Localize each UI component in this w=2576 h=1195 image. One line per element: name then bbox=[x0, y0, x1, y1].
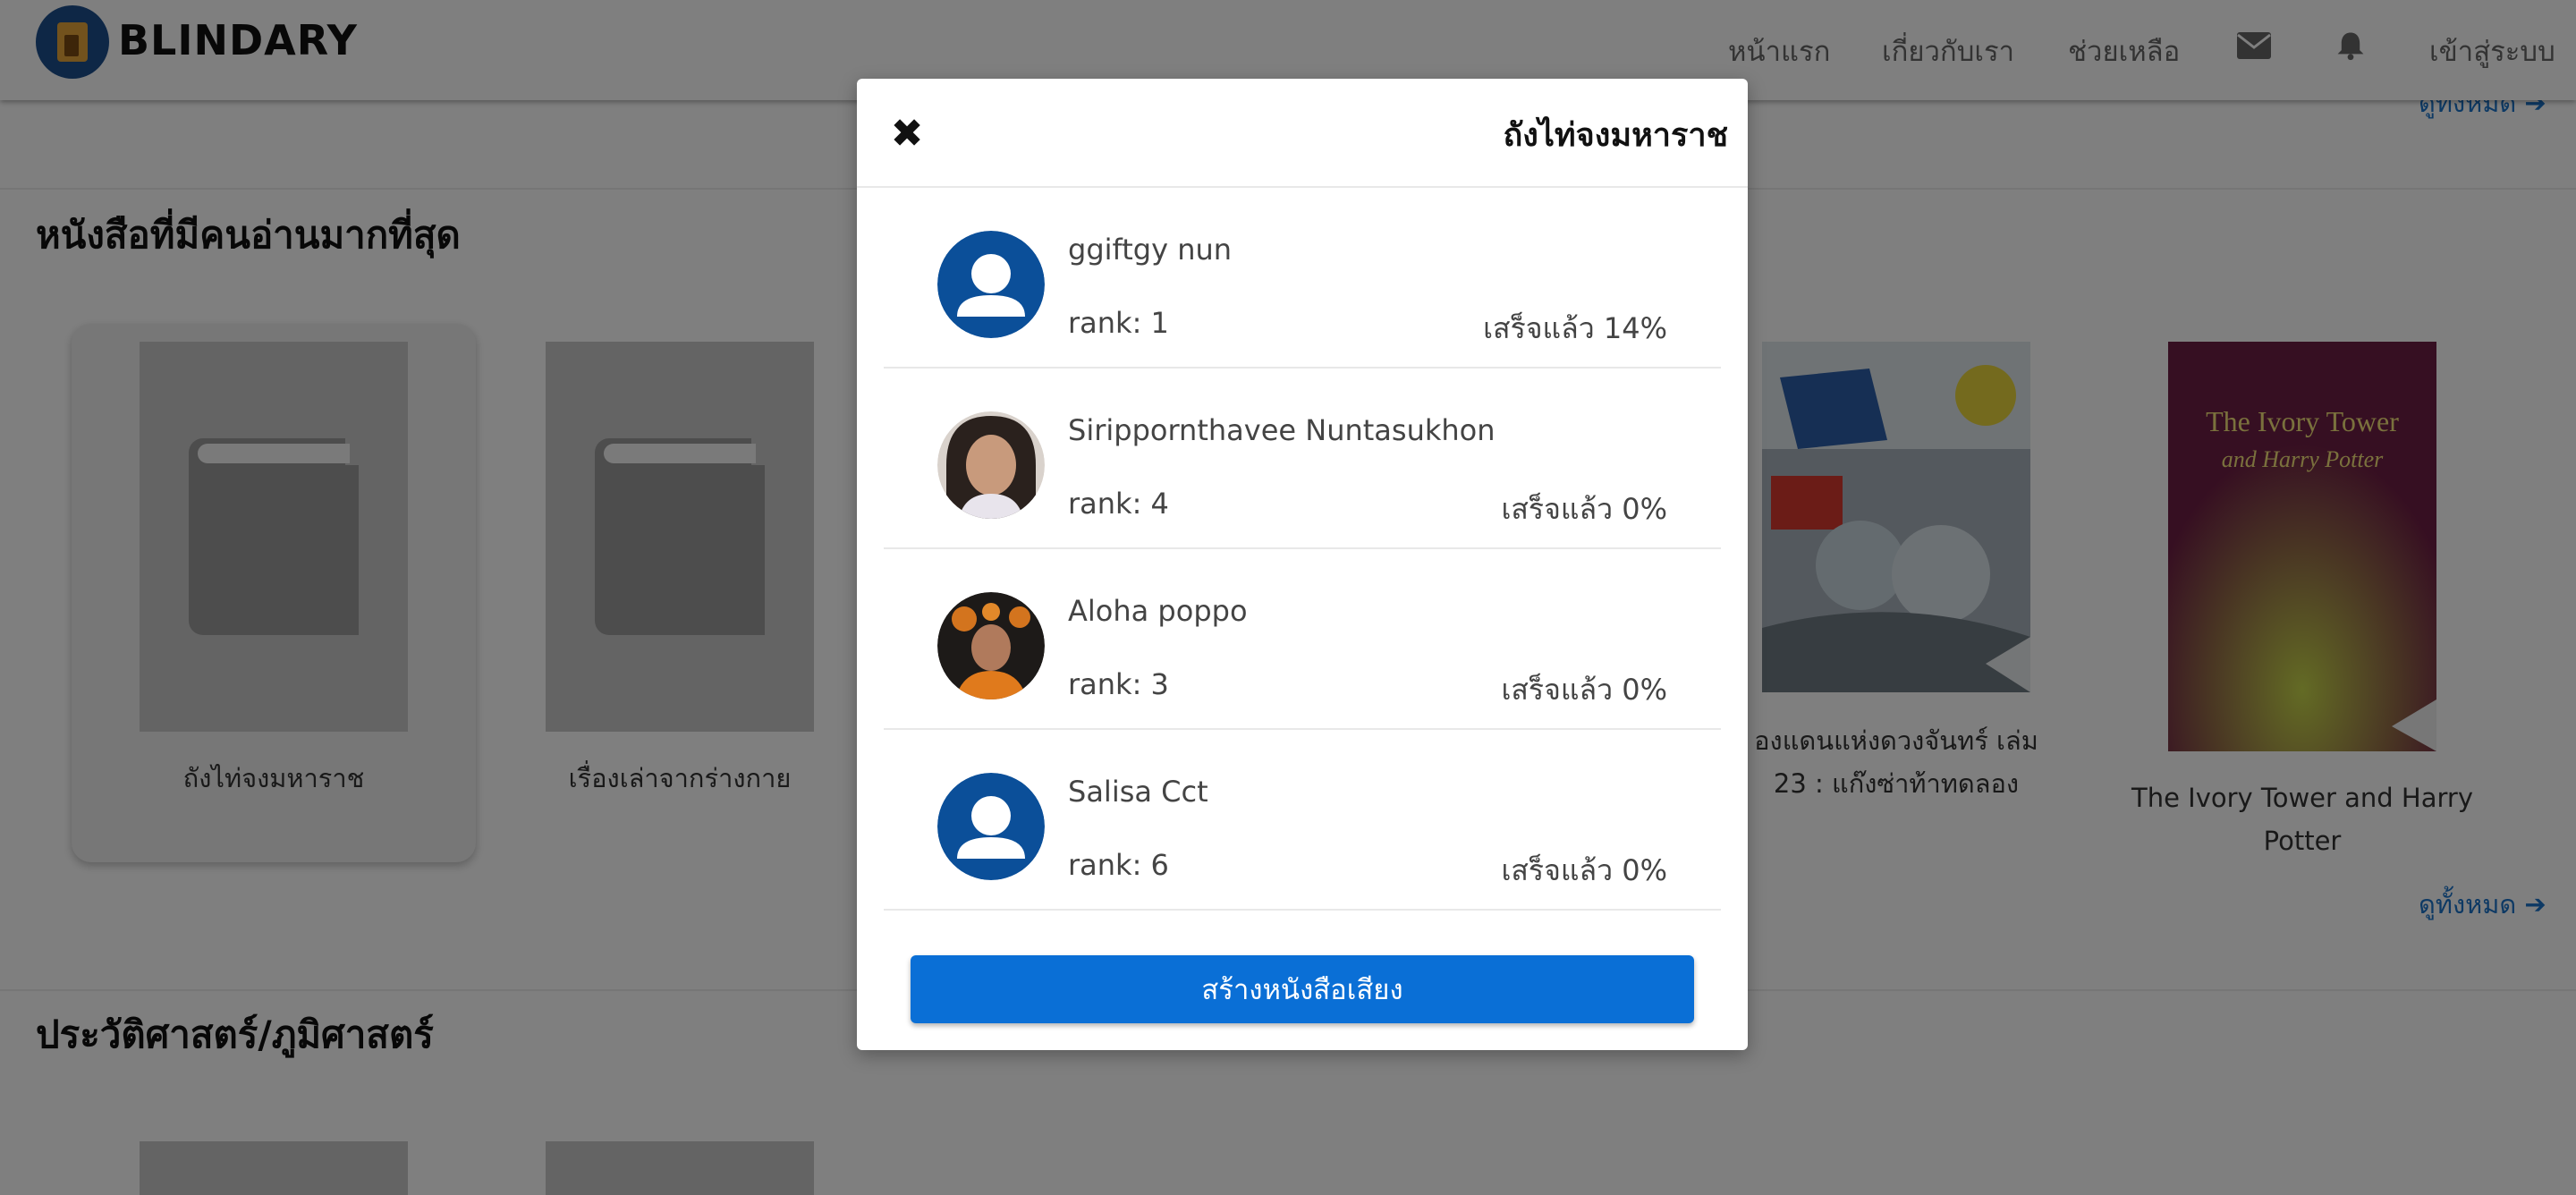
photo-avatar bbox=[937, 592, 1045, 699]
reader-row: Salisa Cct rank: 6 เสร็จแล้ว 0% bbox=[884, 730, 1721, 911]
default-user-avatar-icon bbox=[937, 231, 1045, 338]
reader-progress: เสร็จแล้ว 0% bbox=[1501, 853, 1667, 887]
reader-rank: rank: 4 bbox=[1068, 487, 1169, 521]
reader-name: Aloha poppo bbox=[1068, 594, 1248, 628]
close-icon[interactable]: ✖ bbox=[889, 114, 925, 154]
reader-row: Aloha poppo rank: 3 เสร็จแล้ว 0% bbox=[884, 549, 1721, 730]
reader-name: Salisa Cct bbox=[1068, 775, 1208, 809]
modal-title: ถังไท่จงมหาราช bbox=[1503, 117, 1728, 154]
reader-rank: rank: 6 bbox=[1068, 848, 1169, 882]
photo-avatar bbox=[937, 411, 1045, 519]
reader-progress: เสร็จแล้ว 0% bbox=[1501, 492, 1667, 526]
reader-name: Sirippornthavee Nuntasukhon bbox=[1068, 413, 1496, 447]
default-user-avatar-icon bbox=[937, 773, 1045, 880]
reader-rank: rank: 3 bbox=[1068, 667, 1169, 701]
reader-row: Sirippornthavee Nuntasukhon rank: 4 เสร็… bbox=[884, 369, 1721, 549]
modal-header: ✖ ถังไท่จงมหาราช bbox=[857, 79, 1748, 188]
reader-row: ggiftgy nun rank: 1 เสร็จแล้ว 14% bbox=[884, 188, 1721, 369]
readers-modal: ✖ ถังไท่จงมหาราช ggiftgy nun rank: 1 เสร… bbox=[857, 79, 1748, 1050]
reader-name: ggiftgy nun bbox=[1068, 233, 1233, 267]
reader-progress: เสร็จแล้ว 0% bbox=[1501, 673, 1667, 707]
reader-rank: rank: 1 bbox=[1068, 306, 1169, 340]
reader-progress: เสร็จแล้ว 14% bbox=[1483, 311, 1667, 345]
create-audiobook-button[interactable]: สร้างหนังสือเสียง bbox=[911, 955, 1694, 1023]
